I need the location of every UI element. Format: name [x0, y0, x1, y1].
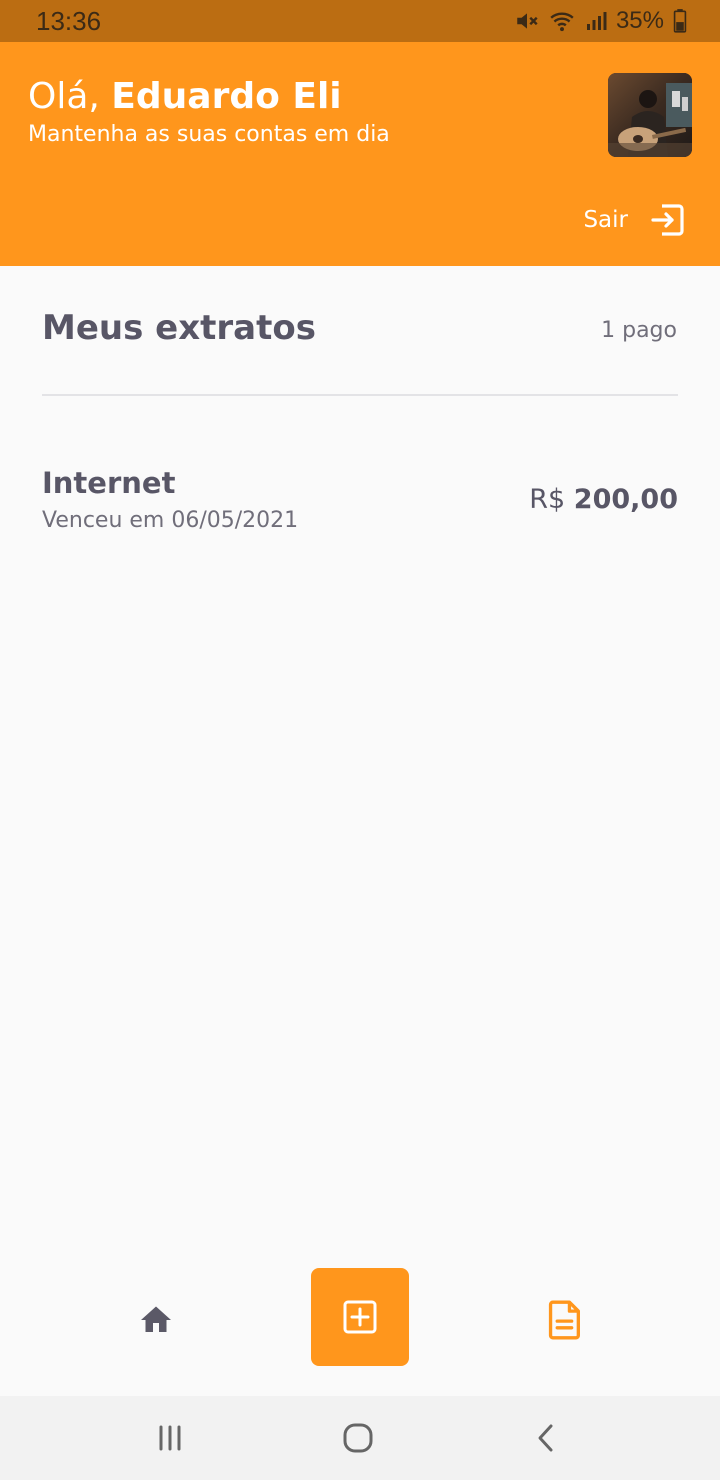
bill-name: Internet — [42, 466, 176, 500]
system-nav-bar — [0, 1396, 720, 1480]
battery-percentage: 35% — [615, 7, 664, 34]
recent-apps-icon — [159, 1425, 181, 1451]
system-home-button[interactable] — [336, 1418, 380, 1458]
bill-value: 200,00 — [573, 484, 678, 515]
logout-icon — [651, 204, 684, 236]
logout-label: Sair — [583, 207, 628, 233]
add-bill-button[interactable] — [311, 1268, 409, 1366]
bill-currency: R$ — [529, 484, 566, 515]
status-icons: 35% — [514, 6, 688, 36]
system-back-button[interactable] — [524, 1418, 568, 1458]
divider — [42, 394, 678, 396]
home-icon — [141, 1306, 171, 1332]
greeting: Olá, Eduardo Eli — [28, 76, 342, 117]
battery-icon — [673, 9, 687, 33]
signal-icon — [586, 12, 607, 30]
header-subtitle: Mantenha as suas contas em dia — [28, 122, 390, 147]
document-icon — [548, 1300, 580, 1340]
nav-statements-button[interactable] — [541, 1296, 589, 1344]
bill-due-date: Venceu em 06/05/2021 — [42, 508, 299, 533]
header: Olá, Eduardo Eli Mantenha as suas contas… — [0, 42, 720, 266]
status-bar: 13:36 35% — [0, 0, 720, 42]
user-name: Eduardo Eli — [111, 76, 342, 117]
status-time: 13:36 — [36, 6, 102, 36]
list-item[interactable]: Internet Venceu em 06/05/2021 R$ 200,00 — [42, 462, 678, 542]
recent-apps-button[interactable] — [148, 1418, 192, 1458]
bottom-nav — [0, 1250, 720, 1396]
nav-home-button[interactable] — [132, 1296, 180, 1344]
bill-amount: R$ 200,00 — [529, 484, 678, 515]
app-screen: 13:36 35% Olá, Eduardo Eli Mantenha as s… — [0, 0, 720, 1480]
page-title: Meus extratos — [42, 308, 316, 348]
back-icon — [538, 1424, 553, 1452]
greeting-prefix: Olá, — [28, 76, 112, 117]
mute-icon — [517, 13, 538, 29]
wifi-icon — [550, 12, 574, 32]
paid-count: 1 pago — [601, 318, 677, 343]
avatar[interactable] — [608, 73, 692, 157]
home-circle-icon — [343, 1423, 373, 1453]
logout-button[interactable]: Sair — [583, 202, 686, 238]
add-icon — [343, 1300, 377, 1334]
